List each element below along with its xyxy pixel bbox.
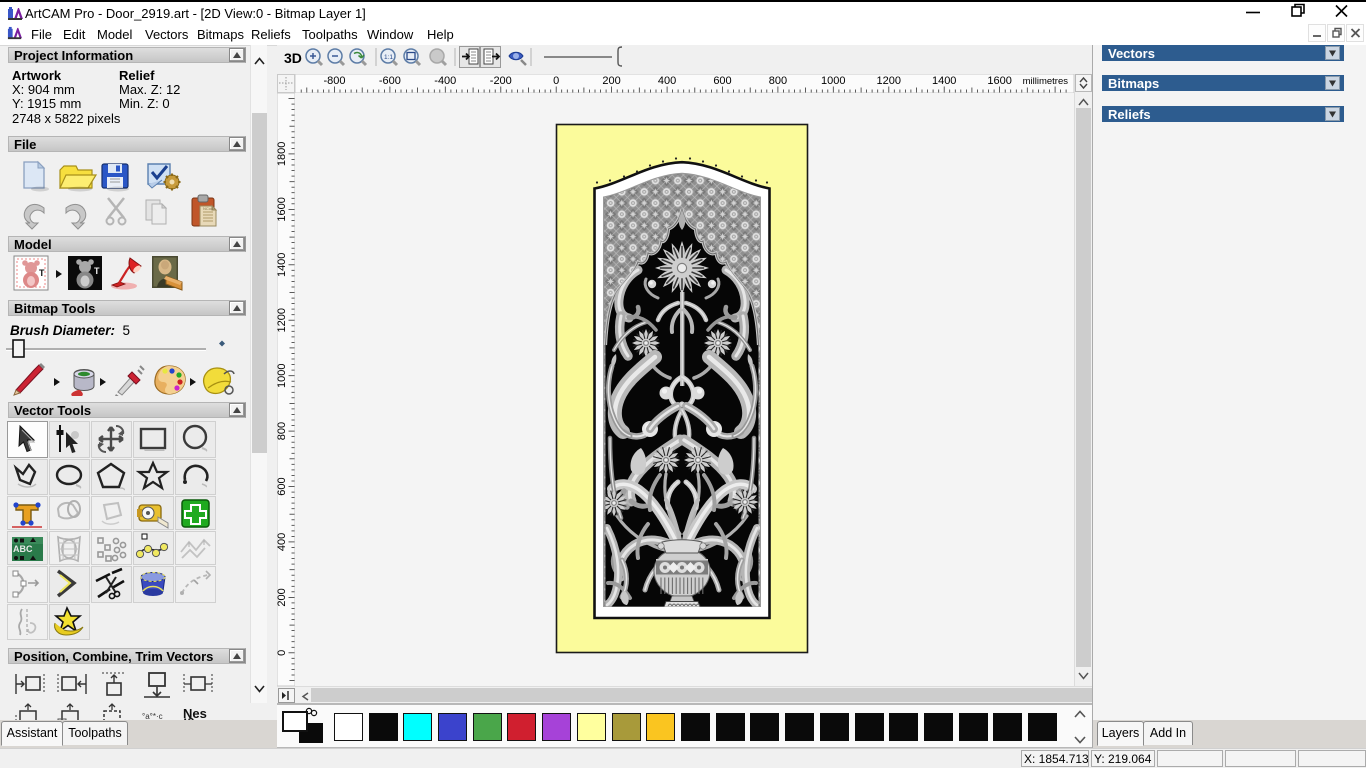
svg-text:-200: -200 bbox=[490, 75, 512, 87]
svg-text:800: 800 bbox=[277, 422, 288, 440]
svg-text:200: 200 bbox=[277, 588, 288, 606]
svg-text:NCode: NCode bbox=[203, 206, 216, 211]
svg-text:1:1: 1:1 bbox=[384, 54, 393, 61]
svg-text:1000: 1000 bbox=[277, 363, 288, 387]
svg-text:T: T bbox=[39, 268, 45, 278]
svg-text:400: 400 bbox=[658, 75, 676, 87]
svg-text:-600: -600 bbox=[379, 75, 401, 87]
svg-text:1600: 1600 bbox=[277, 197, 288, 221]
svg-text:1200: 1200 bbox=[277, 308, 288, 332]
svg-text:1600: 1600 bbox=[987, 75, 1011, 87]
svg-text:0: 0 bbox=[553, 75, 559, 87]
svg-text:1800: 1800 bbox=[277, 142, 288, 166]
svg-text:1400: 1400 bbox=[932, 75, 956, 87]
svg-text:400: 400 bbox=[277, 533, 288, 551]
svg-text:200: 200 bbox=[602, 75, 620, 87]
svg-text:1000: 1000 bbox=[821, 75, 845, 87]
svg-text:millimetres: millimetres bbox=[1023, 76, 1069, 87]
svg-text:-800: -800 bbox=[323, 75, 345, 87]
svg-text:600: 600 bbox=[713, 75, 731, 87]
svg-text:1400: 1400 bbox=[277, 253, 288, 277]
svg-text:ABC: ABC bbox=[13, 544, 33, 554]
svg-text:T: T bbox=[94, 266, 100, 276]
svg-text:600: 600 bbox=[277, 477, 288, 495]
svg-text:1200: 1200 bbox=[877, 75, 901, 87]
svg-text:-400: -400 bbox=[434, 75, 456, 87]
svg-text:0: 0 bbox=[277, 650, 288, 656]
svg-text:800: 800 bbox=[769, 75, 787, 87]
